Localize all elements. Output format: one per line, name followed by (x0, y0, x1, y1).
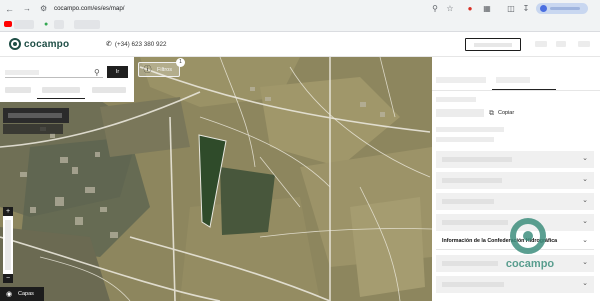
header-menu-item[interactable] (535, 41, 547, 47)
browser-chrome: ← → ⚙ cocampo.com/es/es/map/ ⚲ ☆ ● ▦ ◫ ↧… (0, 0, 600, 32)
accordion-section[interactable]: ⌄ (436, 151, 594, 168)
zoom-slider[interactable] (5, 220, 11, 270)
chevron-down-icon: ⌄ (582, 155, 588, 162)
panel-text-placeholder (436, 137, 494, 142)
profile-name-placeholder (550, 7, 580, 10)
go-button[interactable]: Ir (107, 66, 128, 78)
map-info-box-secondary (3, 124, 63, 134)
chevron-down-icon: ⌄ (582, 218, 588, 225)
maps-pin-icon[interactable]: ● (44, 20, 50, 29)
search-tab[interactable] (5, 87, 31, 93)
chevron-down-icon: ⌄ (582, 280, 588, 287)
copy-icon[interactable]: ⧉ (489, 110, 495, 117)
zoom-control: + − (3, 207, 13, 283)
cocampo-logo[interactable]: cocampo (9, 38, 69, 50)
search-tab[interactable] (42, 87, 80, 93)
header-outline-button[interactable] (465, 38, 521, 51)
zoom-out-button[interactable]: − (3, 274, 13, 283)
address-row: ← → ⚙ cocampo.com/es/es/map/ ⚲ ☆ ● ▦ ◫ ↧ (0, 0, 600, 18)
bookmarks-bar: ● (0, 18, 600, 31)
bookmark-item[interactable] (54, 20, 64, 29)
header-menu-item[interactable] (556, 41, 566, 47)
accordion-section[interactable]: ⌄ (436, 193, 594, 210)
search-tab[interactable] (92, 87, 126, 93)
layers-label: Capas (18, 291, 34, 297)
extension-icon[interactable]: ● (465, 3, 475, 14)
phone-contact[interactable]: ✆ (+34) 623 380 922 (106, 40, 167, 49)
back-arrow-icon[interactable]: ← (5, 4, 15, 14)
download-icon[interactable]: ↧ (521, 3, 531, 14)
chevron-down-icon: ⌄ (582, 259, 588, 266)
bookmark-item[interactable] (74, 20, 100, 29)
filters-button[interactable]: ⓘ Filtros (138, 62, 180, 77)
map-info-box[interactable] (3, 108, 69, 123)
site-info-icon[interactable]: ⚙ (40, 4, 50, 14)
zoom-in-button[interactable]: + (3, 207, 13, 216)
watermark-text: cocampo (505, 258, 555, 270)
map-search-panel: ⚲ Ir (0, 57, 134, 102)
search-icon[interactable]: ⚲ (430, 3, 440, 14)
chevron-down-icon: ⌄ (582, 237, 588, 244)
address-bar-url[interactable]: cocampo.com/es/es/map/ (54, 4, 125, 14)
logo-text: cocampo (24, 38, 70, 50)
star-icon[interactable]: ☆ (445, 3, 455, 14)
filter-info-icon: ⓘ (143, 65, 152, 74)
filter-count-badge: 1 (176, 58, 185, 67)
location-search-input[interactable] (5, 67, 103, 78)
parcel-reference-placeholder (436, 109, 484, 117)
layers-icon: ◉ (6, 291, 13, 298)
forward-arrow-icon[interactable]: → (22, 3, 32, 14)
header-menu-item[interactable] (578, 41, 590, 47)
logo-mark-icon (9, 38, 21, 50)
whatsapp-icon: ✆ (106, 41, 112, 48)
panel-text-placeholder (436, 97, 476, 102)
puzzle-icon[interactable]: ▦ (482, 3, 492, 14)
copy-button[interactable]: Copiar (498, 110, 514, 116)
active-tab-indicator (37, 98, 85, 99)
chevron-down-icon: ⌄ (582, 176, 588, 183)
youtube-icon[interactable] (4, 21, 12, 27)
panel-tab[interactable] (496, 77, 530, 83)
cocampo-watermark-logo: cocampo (499, 215, 561, 285)
bookmark-item[interactable] (14, 20, 34, 29)
search-icon[interactable]: ⚲ (94, 67, 103, 78)
sidebar-icon[interactable]: ◫ (506, 3, 516, 14)
app-header: cocampo ✆ (+34) 623 380 922 (0, 32, 600, 57)
watermark-mark-icon (510, 218, 546, 254)
chevron-down-icon: ⌄ (582, 197, 588, 204)
panel-tab[interactable] (436, 77, 486, 83)
profile-button[interactable] (536, 3, 588, 14)
avatar (540, 5, 547, 12)
accordion-section[interactable]: ⌄ (436, 172, 594, 189)
panel-text-placeholder (436, 127, 504, 132)
filters-label: Filtros (157, 66, 172, 73)
phone-number: (+34) 623 380 922 (114, 40, 167, 48)
layers-button[interactable]: ◉ Capas (0, 287, 44, 301)
